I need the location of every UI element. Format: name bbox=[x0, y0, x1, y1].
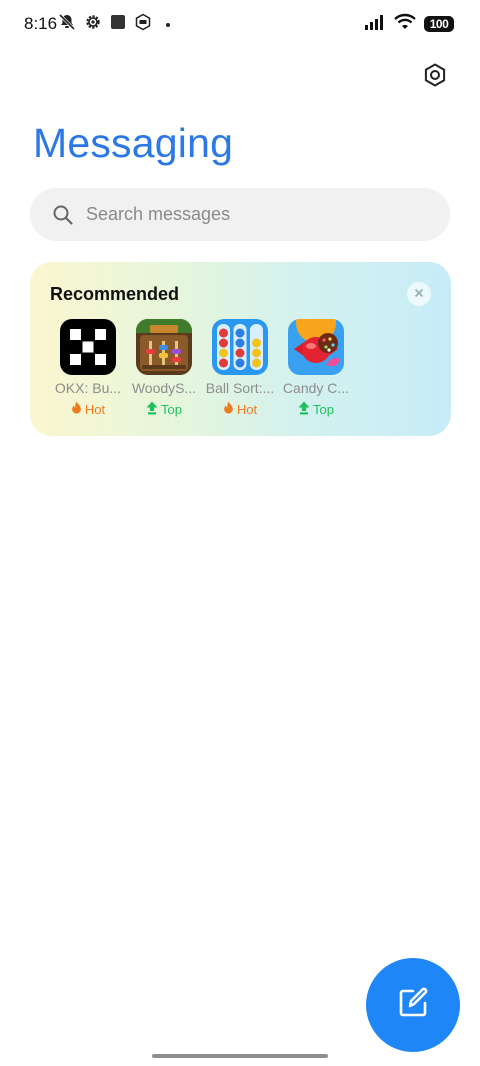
search-bar[interactable] bbox=[30, 188, 450, 241]
close-recommended-button[interactable] bbox=[407, 282, 431, 306]
recommended-title: Recommended bbox=[50, 284, 180, 304]
app-name: Candy C... bbox=[282, 380, 350, 396]
compose-icon bbox=[397, 987, 429, 1024]
home-indicator[interactable] bbox=[152, 1054, 328, 1058]
search-input[interactable] bbox=[84, 203, 408, 226]
badge-icon bbox=[134, 13, 152, 36]
wifi-icon bbox=[394, 13, 416, 35]
ball-sort-app-icon bbox=[212, 319, 268, 375]
settings-gear-icon bbox=[84, 13, 102, 36]
app-name: Ball Sort:... bbox=[205, 380, 275, 396]
hot-badge: Hot bbox=[50, 401, 126, 417]
page-title: Messaging bbox=[33, 120, 234, 166]
woody-app-icon bbox=[136, 319, 192, 375]
top-badge: Top bbox=[126, 401, 202, 418]
app-name: OKX: Bu... bbox=[54, 380, 122, 396]
recommended-app-woody[interactable]: WoodyS... Top bbox=[126, 319, 202, 418]
battery-icon: 100 bbox=[424, 16, 454, 32]
bell-off-icon bbox=[58, 13, 76, 36]
top-badge: Top bbox=[278, 401, 354, 418]
settings-button[interactable] bbox=[420, 62, 450, 92]
okx-app-icon bbox=[60, 319, 116, 375]
app-name: WoodyS... bbox=[131, 380, 197, 396]
arrow-up-icon bbox=[298, 401, 310, 418]
arrow-up-icon bbox=[146, 401, 158, 418]
recommended-app-ball-sort[interactable]: Ball Sort:... Hot bbox=[202, 319, 278, 417]
status-bar: 8:16 100 bbox=[0, 0, 480, 48]
close-icon bbox=[414, 285, 424, 303]
notification-dot bbox=[166, 22, 170, 27]
settings-hexagon-icon bbox=[422, 62, 448, 93]
hot-badge: Hot bbox=[202, 401, 278, 417]
signal-icon bbox=[364, 14, 386, 35]
flame-icon bbox=[223, 401, 234, 417]
status-time: 8:16 bbox=[24, 14, 58, 33]
recommended-app-okx[interactable]: OKX: Bu... Hot bbox=[50, 319, 126, 417]
recommended-app-candy-crush[interactable]: Candy C... Top bbox=[278, 319, 354, 418]
recommended-card: Recommended OKX: Bu... Hot WoodyS... Top… bbox=[30, 262, 451, 436]
search-icon bbox=[52, 204, 74, 226]
candy-crush-app-icon bbox=[288, 319, 344, 375]
flame-icon bbox=[71, 401, 82, 417]
square-app-icon bbox=[110, 14, 126, 35]
compose-message-button[interactable] bbox=[366, 958, 460, 1052]
